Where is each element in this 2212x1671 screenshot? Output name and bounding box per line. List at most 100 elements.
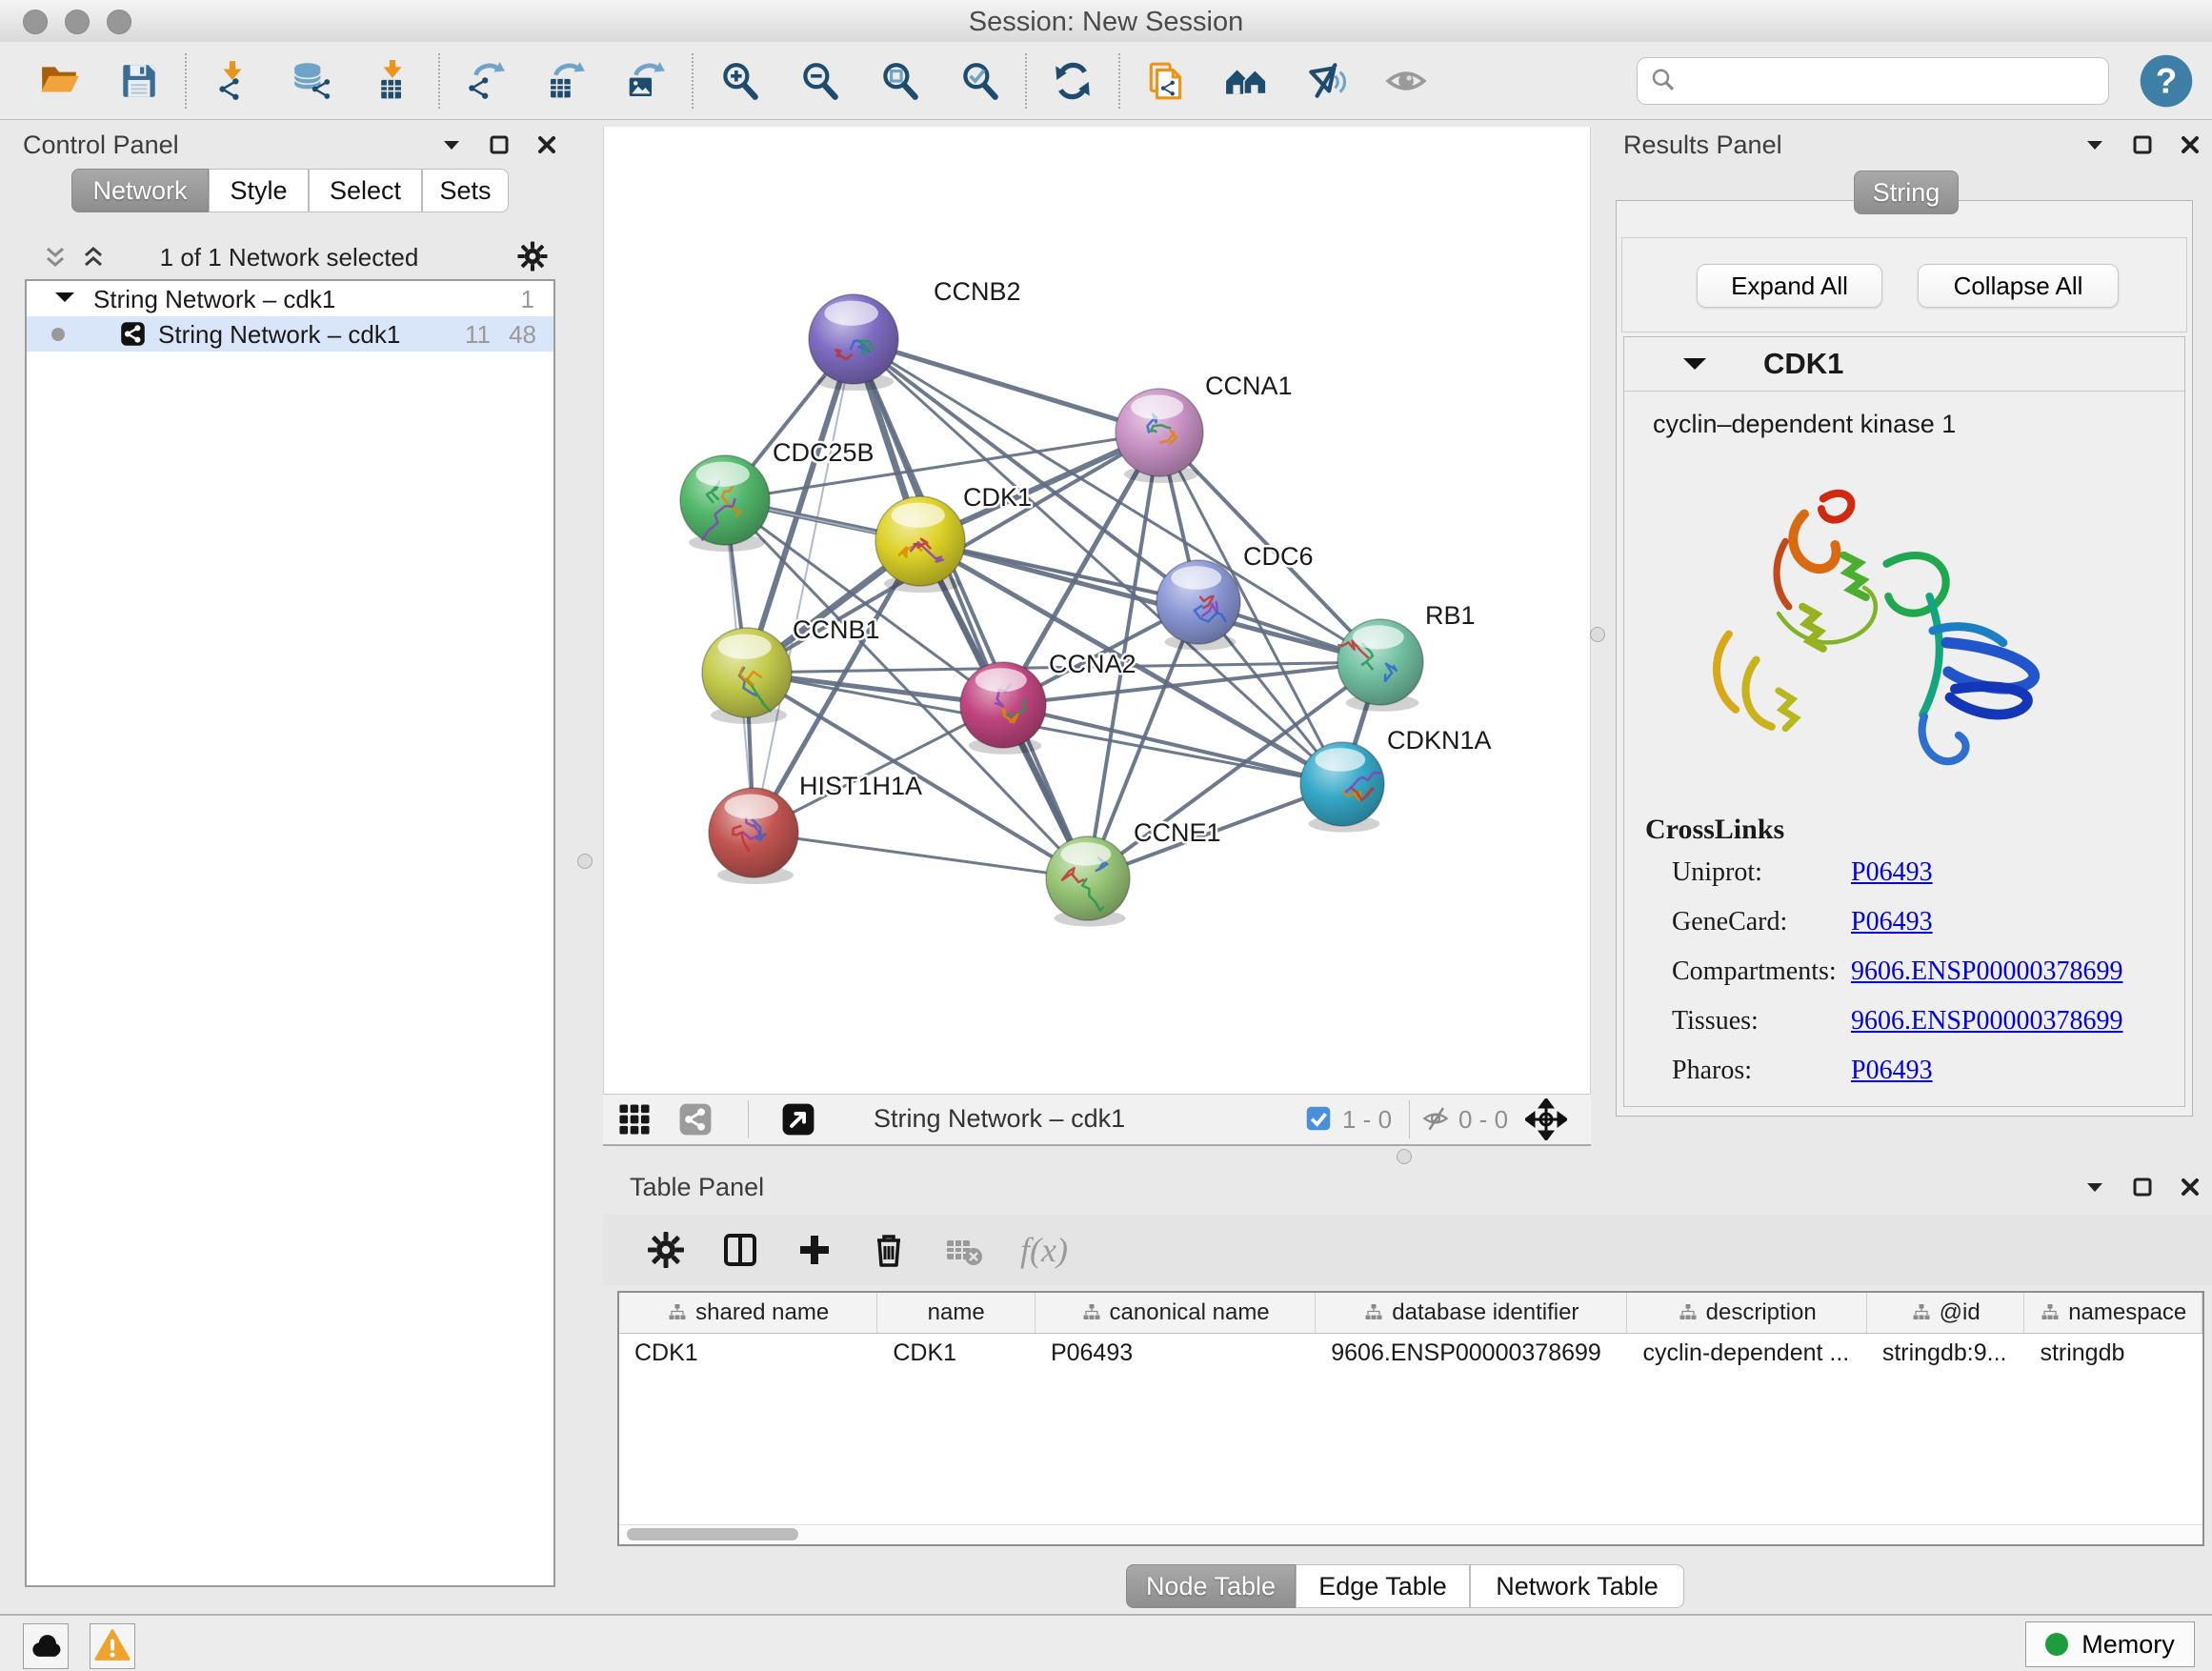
table-cell: P06493 bbox=[1036, 1334, 1316, 1372]
node-CCNE1[interactable] bbox=[1046, 836, 1130, 927]
tab-edge-table[interactable]: Edge Table bbox=[1296, 1564, 1470, 1608]
bottom-splitter-handle[interactable] bbox=[1397, 1149, 1412, 1164]
panel-menu-icon[interactable] bbox=[2082, 132, 2107, 157]
memory-button[interactable]: Memory bbox=[2025, 1621, 2195, 1667]
edge-CCNA2-CDKN1A[interactable] bbox=[1003, 705, 1342, 784]
left-splitter-handle[interactable] bbox=[577, 854, 593, 869]
column-header-name[interactable]: name bbox=[877, 1293, 1036, 1333]
close-panel-icon[interactable] bbox=[534, 132, 559, 157]
network-row-selected[interactable]: String Network – cdk1 11 48 bbox=[27, 316, 553, 352]
collapse-all-button[interactable]: Collapse All bbox=[1918, 264, 2119, 308]
node-CCNA1[interactable] bbox=[1116, 389, 1203, 483]
collapse-all-tree-icon[interactable] bbox=[42, 245, 69, 276]
tab-network-table[interactable]: Network Table bbox=[1470, 1564, 1684, 1608]
tab-network[interactable]: Network bbox=[71, 169, 209, 212]
node-CDKN1A[interactable] bbox=[1300, 742, 1384, 833]
zoom-fit-button[interactable] bbox=[876, 58, 922, 104]
column-header-namespace[interactable]: namespace bbox=[2024, 1293, 2202, 1333]
column-header-description[interactable]: description bbox=[1627, 1293, 1866, 1333]
import-network-database-button[interactable] bbox=[290, 58, 335, 104]
crosslink-link[interactable]: 9606.ENSP00000378699 bbox=[1851, 1006, 2122, 1037]
column-header-canonical-name[interactable]: canonical name bbox=[1036, 1293, 1316, 1333]
network-view[interactable]: CCNB2CCNA1CDC25BCDK1CDC6RB1CCNB1CCNA2CDK… bbox=[603, 127, 1591, 1094]
crosslink-link[interactable]: P06493 bbox=[1851, 857, 1933, 888]
function-builder-button[interactable]: f(x) bbox=[1015, 1229, 1074, 1271]
network-collection-row[interactable]: String Network – cdk1 1 bbox=[27, 281, 553, 316]
collapse-entry-icon[interactable] bbox=[1683, 358, 1706, 381]
tab-string[interactable]: String bbox=[1854, 171, 1959, 214]
edge-CCNB2-CCNA1[interactable] bbox=[854, 339, 1159, 433]
share-network-button[interactable] bbox=[677, 1101, 714, 1137]
crosslink-link[interactable]: P06493 bbox=[1851, 907, 1933, 937]
scrollbar-thumb[interactable] bbox=[627, 1528, 798, 1540]
refresh-view-button[interactable] bbox=[1050, 58, 1096, 104]
cloud-status-button[interactable] bbox=[23, 1623, 69, 1669]
export-network-button[interactable] bbox=[463, 58, 509, 104]
tab-node-table[interactable]: Node Table bbox=[1126, 1564, 1296, 1608]
node-CDC6[interactable] bbox=[1156, 560, 1240, 651]
warnings-button[interactable] bbox=[90, 1623, 135, 1669]
column-header-shared-name[interactable]: shared name bbox=[619, 1293, 877, 1333]
export-table-button[interactable] bbox=[543, 58, 589, 104]
selected-checkbox-icon[interactable] bbox=[1304, 1104, 1333, 1137]
table-horizontal-scrollbar[interactable] bbox=[619, 1524, 2202, 1544]
float-panel-icon[interactable] bbox=[2130, 1175, 2155, 1199]
node-CCNA2[interactable] bbox=[960, 662, 1046, 755]
hidden-count-badge: 0 - 0 bbox=[1458, 1105, 1508, 1135]
delete-column-button[interactable] bbox=[866, 1227, 912, 1273]
panel-menu-icon[interactable] bbox=[439, 132, 464, 157]
crosslink-label: Pharos: bbox=[1672, 1056, 1752, 1086]
close-panel-icon[interactable] bbox=[2178, 132, 2202, 157]
node-RB1[interactable] bbox=[1337, 619, 1423, 712]
hidden-eye-icon[interactable] bbox=[1420, 1103, 1451, 1138]
open-session-button[interactable] bbox=[36, 58, 82, 104]
search-input[interactable] bbox=[1637, 57, 2109, 105]
edge-CCNB2-HIST1H1A[interactable] bbox=[754, 339, 854, 833]
close-panel-icon[interactable] bbox=[2178, 1175, 2202, 1199]
network-options-gear-icon[interactable] bbox=[515, 239, 550, 278]
zoom-out-button[interactable] bbox=[796, 58, 842, 104]
import-table-file-button[interactable] bbox=[370, 58, 415, 104]
expand-all-button[interactable]: Expand All bbox=[1697, 264, 1882, 308]
node-label-CCNA1: CCNA1 bbox=[1205, 372, 1293, 400]
float-panel-icon[interactable] bbox=[487, 132, 512, 157]
string-home-button[interactable] bbox=[1223, 58, 1269, 104]
tab-style[interactable]: Style bbox=[209, 169, 309, 212]
help-button[interactable]: ? bbox=[2138, 52, 2195, 110]
tab-select[interactable]: Select bbox=[309, 169, 422, 212]
node-CCNB1[interactable] bbox=[702, 628, 792, 724]
edge-HIST1H1A-CCNE1[interactable] bbox=[754, 833, 1088, 878]
grid-view-button[interactable] bbox=[616, 1101, 653, 1137]
tree-expander-icon[interactable] bbox=[55, 292, 74, 312]
manage-columns-button[interactable] bbox=[717, 1227, 763, 1273]
save-session-button[interactable] bbox=[116, 58, 162, 104]
node-CDC25B[interactable] bbox=[680, 455, 770, 552]
add-column-button[interactable] bbox=[792, 1227, 837, 1273]
zoom-selected-button[interactable] bbox=[956, 58, 1002, 104]
table-row[interactable]: CDK1CDK1P064939606.ENSP00000378699cyclin… bbox=[619, 1334, 2202, 1372]
node-details-header[interactable]: CDK1 bbox=[1624, 337, 2184, 392]
delete-table-button[interactable] bbox=[940, 1227, 986, 1273]
column-type-icon bbox=[2040, 1302, 2061, 1323]
import-network-file-button[interactable] bbox=[210, 58, 255, 104]
crosslink-link[interactable]: 9606.ENSP00000378699 bbox=[1851, 956, 2122, 987]
node-HIST1H1A[interactable] bbox=[709, 788, 798, 884]
tab-sets[interactable]: Sets bbox=[422, 169, 509, 212]
crosslink-link[interactable]: P06493 bbox=[1851, 1056, 1933, 1086]
clone-network-button[interactable] bbox=[1143, 58, 1189, 104]
panel-menu-icon[interactable] bbox=[2082, 1175, 2107, 1199]
fit-selected-crosshair-button[interactable] bbox=[1525, 1098, 1567, 1140]
zoom-in-button[interactable] bbox=[716, 58, 762, 104]
export-image-button[interactable] bbox=[623, 58, 669, 104]
expand-all-tree-icon[interactable] bbox=[80, 245, 107, 276]
table-cell: stringdb:9... bbox=[1867, 1334, 2025, 1372]
show-display-button[interactable] bbox=[1383, 58, 1429, 104]
birdseye-view-button[interactable] bbox=[780, 1101, 816, 1137]
right-splitter-handle[interactable] bbox=[1590, 627, 1605, 642]
table-settings-gear-button[interactable] bbox=[643, 1227, 689, 1273]
column-header-database-identifier[interactable]: database identifier bbox=[1316, 1293, 1627, 1333]
hide-display-button[interactable] bbox=[1303, 58, 1349, 104]
float-panel-icon[interactable] bbox=[2130, 132, 2155, 157]
column-header--id[interactable]: @id bbox=[1867, 1293, 2025, 1333]
node-CDK1[interactable] bbox=[875, 496, 965, 593]
